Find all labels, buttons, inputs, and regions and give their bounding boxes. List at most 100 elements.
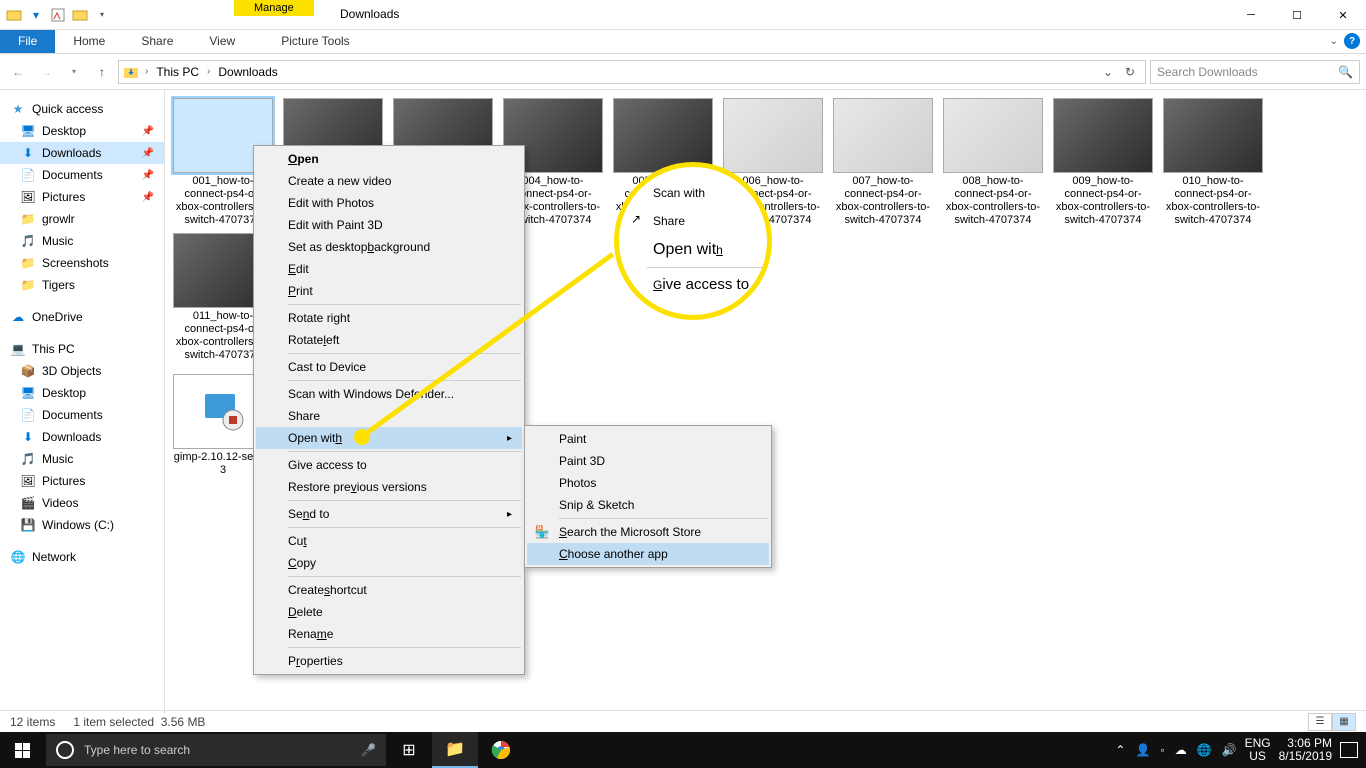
address-dropdown-icon[interactable]: ⌄ xyxy=(1097,65,1119,79)
view-tab[interactable]: View xyxy=(191,30,253,53)
notification-icon[interactable] xyxy=(1340,742,1358,758)
volume-icon[interactable]: 🔊 xyxy=(1222,743,1237,757)
down-arrow-icon[interactable]: ▾ xyxy=(26,4,46,26)
download-folder-icon xyxy=(123,64,139,80)
task-view-button[interactable]: ⊞ xyxy=(386,732,432,768)
maximize-button[interactable]: ☐ xyxy=(1274,0,1320,30)
ctx-open-with[interactable]: Open with▸ xyxy=(256,427,522,449)
ctx-delete[interactable]: Delete xyxy=(256,601,522,623)
sidebar-growlr[interactable]: 📁growlr xyxy=(0,208,164,230)
file-tile[interactable]: 007_how-to-connect-ps4-or-xbox-controlle… xyxy=(829,96,937,229)
sidebar-tigers[interactable]: 📁Tigers xyxy=(0,274,164,296)
sub-paint[interactable]: Paint xyxy=(527,428,769,450)
sidebar-pictures[interactable]: 🖼Pictures📌 xyxy=(0,186,164,208)
up-button[interactable]: ↑ xyxy=(90,60,114,84)
sidebar-downloads2[interactable]: ⬇Downloads xyxy=(0,426,164,448)
file-tile[interactable]: 008_how-to-connect-ps4-or-xbox-controlle… xyxy=(939,96,1047,229)
pictures-icon: 🖼 xyxy=(20,473,36,489)
chevron-right-icon[interactable]: › xyxy=(141,66,152,77)
sidebar-quick-access[interactable]: ★Quick access xyxy=(0,98,164,120)
ribbon-collapse-icon[interactable]: ⌄ xyxy=(1330,36,1338,47)
home-tab[interactable]: Home xyxy=(55,30,123,53)
file-tile[interactable]: 010_how-to-connect-ps4-or-xbox-controlle… xyxy=(1159,96,1267,229)
ctx-rotate-right[interactable]: Rotate right xyxy=(256,307,522,329)
tray-up-icon[interactable]: ⌃ xyxy=(1115,743,1125,757)
taskbar-search[interactable]: Type here to search 🎤 xyxy=(46,734,386,766)
sidebar-network[interactable]: 🌐Network xyxy=(0,546,164,568)
sub-photos[interactable]: Photos xyxy=(527,472,769,494)
sidebar-desktop2[interactable]: 🖥Desktop xyxy=(0,382,164,404)
help-icon[interactable]: ? xyxy=(1344,33,1360,49)
ctx-edit-paint3d[interactable]: Edit with Paint 3D xyxy=(256,214,522,236)
share-tab[interactable]: Share xyxy=(123,30,191,53)
ctx-open[interactable]: Open xyxy=(256,148,522,170)
qat-dropdown-icon[interactable]: ▾ xyxy=(92,4,112,26)
picture-tools-tab[interactable]: Picture Tools xyxy=(267,30,363,53)
status-bar: 12 items 1 item selected 3.56 MB ☰ ▦ xyxy=(0,710,1366,732)
ctx-edit-photos[interactable]: Edit with Photos xyxy=(256,192,522,214)
language-indicator[interactable]: ENGUS xyxy=(1245,737,1271,763)
mic-icon[interactable]: 🎤 xyxy=(361,743,376,757)
ctx-edit[interactable]: Edit xyxy=(256,258,522,280)
sidebar-videos[interactable]: 🎬Videos xyxy=(0,492,164,514)
file-tab[interactable]: File xyxy=(0,30,55,53)
people-icon[interactable]: 👤 xyxy=(1135,743,1150,757)
details-view-button[interactable]: ☰ xyxy=(1308,713,1332,731)
search-input[interactable]: Search Downloads 🔍 xyxy=(1150,60,1360,84)
recent-dropdown-icon[interactable]: ▾ xyxy=(62,60,86,84)
ctx-send-to[interactable]: Send to▸ xyxy=(256,503,522,525)
sidebar-music[interactable]: 🎵Music xyxy=(0,230,164,252)
onedrive-tray-icon[interactable]: ☁ xyxy=(1175,743,1187,757)
start-button[interactable] xyxy=(0,732,44,768)
tray-app-icon[interactable]: ◦ xyxy=(1160,743,1164,757)
ctx-scan[interactable]: Scan with Windows Defender... xyxy=(256,383,522,405)
chevron-right-icon[interactable]: › xyxy=(203,66,214,77)
file-explorer-task[interactable]: 📁 xyxy=(432,732,478,768)
network-tray-icon[interactable]: 🌐 xyxy=(1197,743,1212,757)
videos-icon: 🎬 xyxy=(20,495,36,511)
chrome-task[interactable] xyxy=(478,732,524,768)
sidebar-documents2[interactable]: 📄Documents xyxy=(0,404,164,426)
sidebar-this-pc[interactable]: 💻This PC xyxy=(0,338,164,360)
ctx-create-shortcut[interactable]: Create shortcut xyxy=(256,579,522,601)
sidebar-3d-objects[interactable]: 📦3D Objects xyxy=(0,360,164,382)
sidebar-onedrive[interactable]: ☁OneDrive xyxy=(0,306,164,328)
manage-tab[interactable]: Manage xyxy=(234,0,314,16)
file-tile[interactable]: 009_how-to-connect-ps4-or-xbox-controlle… xyxy=(1049,96,1157,229)
close-button[interactable]: ✕ xyxy=(1320,0,1366,30)
sidebar-windows-c[interactable]: 💾Windows (C:) xyxy=(0,514,164,536)
thumbnails-view-button[interactable]: ▦ xyxy=(1332,713,1356,731)
ctx-give-access[interactable]: Give access to xyxy=(256,454,522,476)
ctx-rename[interactable]: Rename xyxy=(256,623,522,645)
ctx-create-video[interactable]: Create a new video xyxy=(256,170,522,192)
sidebar-downloads[interactable]: ⬇Downloads📌 xyxy=(0,142,164,164)
breadcrumb-downloads[interactable]: Downloads xyxy=(216,65,279,79)
clock[interactable]: 3:06 PM8/15/2019 xyxy=(1279,737,1332,763)
status-item-count: 12 items xyxy=(10,715,55,729)
sub-store[interactable]: 🏪Search the Microsoft Store xyxy=(527,521,769,543)
sidebar-screenshots[interactable]: 📁Screenshots xyxy=(0,252,164,274)
sub-choose-app[interactable]: Choose another app xyxy=(527,543,769,565)
breadcrumb-this-pc[interactable]: This PC xyxy=(154,65,201,79)
sidebar-desktop[interactable]: 🖥Desktop📌 xyxy=(0,120,164,142)
sub-snip[interactable]: Snip & Sketch xyxy=(527,494,769,516)
minimize-button[interactable]: ─ xyxy=(1228,0,1274,30)
ctx-copy[interactable]: Copy xyxy=(256,552,522,574)
ctx-cut[interactable]: Cut xyxy=(256,530,522,552)
sidebar-documents[interactable]: 📄Documents📌 xyxy=(0,164,164,186)
sub-paint3d[interactable]: Paint 3D xyxy=(527,450,769,472)
back-button[interactable]: ← xyxy=(6,60,30,84)
sidebar-pictures2[interactable]: 🖼Pictures xyxy=(0,470,164,492)
properties-icon[interactable] xyxy=(48,4,68,26)
new-folder-icon[interactable] xyxy=(70,4,90,26)
refresh-icon[interactable]: ↻ xyxy=(1119,65,1141,79)
ctx-restore[interactable]: Restore previous versions xyxy=(256,476,522,498)
address-field[interactable]: › This PC › Downloads ⌄ ↻ xyxy=(118,60,1146,84)
ctx-set-background[interactable]: Set as desktop background xyxy=(256,236,522,258)
ctx-properties[interactable]: Properties xyxy=(256,650,522,672)
sidebar-music2[interactable]: 🎵Music xyxy=(0,448,164,470)
ctx-cast[interactable]: Cast to Device xyxy=(256,356,522,378)
folder-small-icon[interactable] xyxy=(4,4,24,26)
forward-button[interactable]: → xyxy=(34,60,58,84)
ctx-print[interactable]: Print xyxy=(256,280,522,302)
